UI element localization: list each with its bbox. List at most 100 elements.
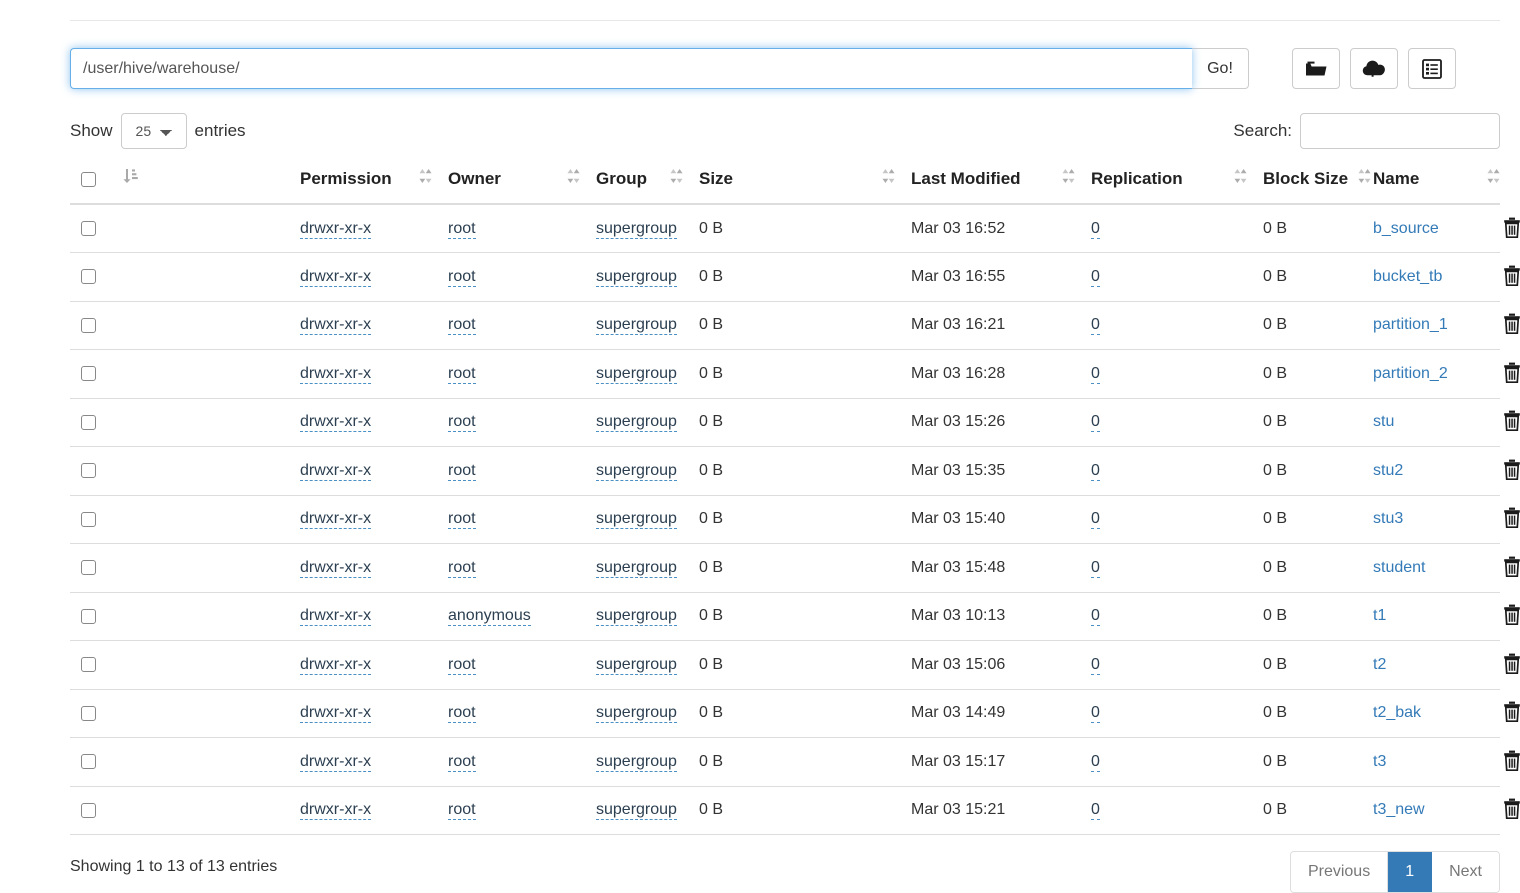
file-name-link[interactable]: bucket_tb: [1373, 268, 1442, 285]
file-name-link[interactable]: student: [1373, 559, 1425, 576]
row-checkbox[interactable]: [81, 657, 96, 673]
column-header-permission[interactable]: Permission: [300, 167, 448, 205]
group-link[interactable]: supergroup: [596, 704, 677, 724]
path-input[interactable]: [70, 48, 1192, 89]
permission-link[interactable]: drwxr-xr-x: [300, 510, 372, 530]
row-checkbox[interactable]: [81, 366, 96, 382]
column-header-replication[interactable]: Replication: [1091, 167, 1263, 205]
row-checkbox[interactable]: [81, 463, 96, 479]
column-header-owner[interactable]: Owner: [448, 167, 596, 205]
create-directory-button[interactable]: [1292, 48, 1340, 89]
delete-button[interactable]: [1502, 313, 1520, 337]
row-checkbox[interactable]: [81, 269, 96, 285]
owner-link[interactable]: root: [448, 801, 476, 821]
row-checkbox[interactable]: [81, 317, 96, 333]
replication-link[interactable]: 0: [1091, 461, 1100, 481]
row-select-cell[interactable]: [70, 543, 122, 593]
pagination-next[interactable]: Next: [1432, 852, 1499, 892]
owner-link[interactable]: root: [448, 655, 476, 675]
file-name-link[interactable]: t2_bak: [1373, 704, 1421, 721]
group-link[interactable]: supergroup: [596, 219, 677, 239]
owner-link[interactable]: root: [448, 461, 476, 481]
permission-link[interactable]: drwxr-xr-x: [300, 704, 372, 724]
file-name-link[interactable]: t2: [1373, 656, 1386, 673]
group-link[interactable]: supergroup: [596, 461, 677, 481]
delete-button[interactable]: [1502, 507, 1520, 531]
group-link[interactable]: supergroup: [596, 558, 677, 578]
file-name-link[interactable]: partition_1: [1373, 316, 1448, 333]
row-select-cell[interactable]: [70, 446, 122, 496]
column-header-block-size[interactable]: Block Size: [1263, 167, 1373, 205]
delete-button[interactable]: [1502, 410, 1520, 434]
replication-link[interactable]: 0: [1091, 801, 1100, 821]
file-name-link[interactable]: b_source: [1373, 220, 1439, 237]
replication-link[interactable]: 0: [1091, 558, 1100, 578]
replication-link[interactable]: 0: [1091, 364, 1100, 384]
row-checkbox[interactable]: [81, 802, 96, 818]
delete-button[interactable]: [1502, 750, 1520, 774]
replication-link[interactable]: 0: [1091, 316, 1100, 336]
replication-link[interactable]: 0: [1091, 704, 1100, 724]
group-link[interactable]: supergroup: [596, 607, 677, 627]
permission-link[interactable]: drwxr-xr-x: [300, 364, 372, 384]
delete-button[interactable]: [1502, 265, 1520, 289]
permission-link[interactable]: drwxr-xr-x: [300, 461, 372, 481]
group-link[interactable]: supergroup: [596, 267, 677, 287]
replication-link[interactable]: 0: [1091, 607, 1100, 627]
delete-button[interactable]: [1502, 798, 1520, 822]
row-select-cell[interactable]: [70, 689, 122, 738]
upload-button[interactable]: [1350, 48, 1398, 89]
pagination-page-1[interactable]: 1: [1388, 852, 1433, 892]
owner-link[interactable]: root: [448, 316, 476, 336]
file-name-link[interactable]: stu3: [1373, 510, 1403, 527]
replication-link[interactable]: 0: [1091, 267, 1100, 287]
page-length-select[interactable]: 25: [120, 113, 187, 149]
row-checkbox[interactable]: [81, 221, 96, 236]
group-link[interactable]: supergroup: [596, 364, 677, 384]
permission-link[interactable]: drwxr-xr-x: [300, 607, 372, 627]
owner-link[interactable]: root: [448, 510, 476, 530]
row-select-cell[interactable]: [70, 204, 122, 253]
owner-link[interactable]: anonymous: [448, 607, 531, 627]
file-name-link[interactable]: stu2: [1373, 462, 1403, 479]
row-checkbox[interactable]: [81, 608, 96, 624]
row-select-cell[interactable]: [70, 495, 122, 544]
select-all-checkbox[interactable]: [81, 172, 96, 187]
row-select-cell[interactable]: [70, 737, 122, 787]
owner-link[interactable]: root: [448, 704, 476, 724]
owner-link[interactable]: root: [448, 558, 476, 578]
column-header-group[interactable]: Group: [596, 167, 699, 205]
replication-link[interactable]: 0: [1091, 413, 1100, 433]
owner-link[interactable]: root: [448, 413, 476, 433]
replication-link[interactable]: 0: [1091, 655, 1100, 675]
file-name-link[interactable]: stu: [1373, 413, 1394, 430]
file-name-link[interactable]: t3: [1373, 753, 1386, 770]
go-button[interactable]: Go!: [1191, 48, 1249, 89]
column-header-size[interactable]: Size: [699, 167, 911, 205]
permission-link[interactable]: drwxr-xr-x: [300, 752, 372, 772]
row-checkbox[interactable]: [81, 705, 96, 721]
column-header-sort-indicator[interactable]: [122, 167, 300, 205]
owner-link[interactable]: root: [448, 267, 476, 287]
permission-link[interactable]: drwxr-xr-x: [300, 801, 372, 821]
delete-button[interactable]: [1502, 362, 1520, 386]
group-link[interactable]: supergroup: [596, 510, 677, 530]
column-header-name[interactable]: Name: [1373, 167, 1500, 205]
row-checkbox[interactable]: [81, 511, 96, 527]
row-select-cell[interactable]: [70, 398, 122, 447]
delete-button[interactable]: [1502, 604, 1520, 628]
row-select-cell[interactable]: [70, 786, 122, 835]
file-name-link[interactable]: t1: [1373, 607, 1386, 624]
owner-link[interactable]: root: [448, 752, 476, 772]
group-link[interactable]: supergroup: [596, 655, 677, 675]
search-input[interactable]: [1300, 113, 1500, 149]
group-link[interactable]: supergroup: [596, 316, 677, 336]
delete-button[interactable]: [1502, 653, 1520, 677]
replication-link[interactable]: 0: [1091, 219, 1100, 239]
replication-link[interactable]: 0: [1091, 752, 1100, 772]
delete-button[interactable]: [1502, 217, 1520, 241]
cut-paste-button[interactable]: [1408, 48, 1456, 89]
row-select-cell[interactable]: [70, 252, 122, 302]
column-header-last-modified[interactable]: Last Modified: [911, 167, 1091, 205]
permission-link[interactable]: drwxr-xr-x: [300, 219, 372, 239]
